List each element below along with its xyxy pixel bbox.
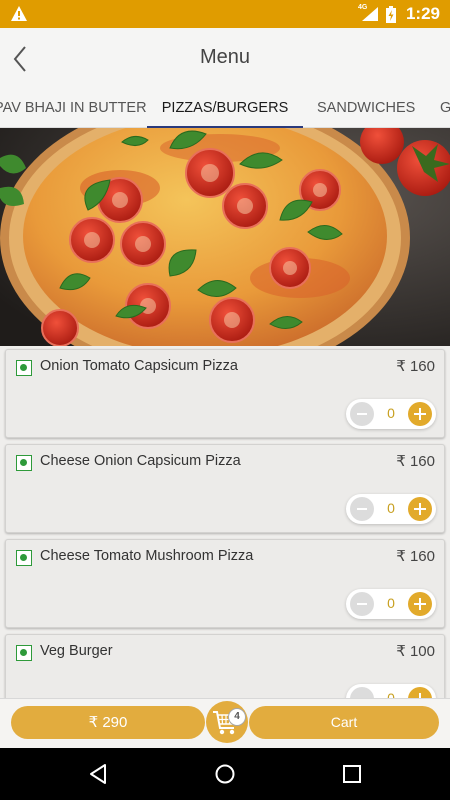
quantity-stepper: 0: [346, 399, 436, 429]
decrease-quantity-button[interactable]: [350, 592, 374, 616]
menu-item-list: Onion Tomato Capsicum Pizza ₹ 160 0 Chee…: [0, 346, 450, 698]
list-item: Cheese Tomato Mushroom Pizza ₹ 160 0: [5, 539, 445, 628]
tab-pav-bhaji[interactable]: PAV BHAJI IN BUTTER: [0, 89, 147, 128]
tab-next-category[interactable]: G: [440, 89, 450, 128]
item-name: Cheese Onion Capsicum Pizza: [40, 453, 241, 469]
menu-screen: 4G 1:29 Menu PAV BHAJI IN BUTTER PIZZAS/…: [0, 0, 450, 800]
nav-recents-icon[interactable]: [340, 762, 364, 786]
increase-quantity-button[interactable]: [408, 687, 432, 698]
item-name: Cheese Tomato Mushroom Pizza: [40, 548, 254, 564]
cart-button[interactable]: Cart: [249, 706, 439, 739]
veg-indicator-icon: [16, 645, 32, 661]
list-item: Cheese Onion Capsicum Pizza ₹ 160 0: [5, 444, 445, 533]
item-name: Onion Tomato Capsicum Pizza: [40, 358, 238, 374]
nav-back-icon[interactable]: [86, 762, 110, 786]
veg-indicator-icon: [16, 550, 32, 566]
app-header: Menu: [0, 28, 450, 89]
network-type: 4G: [357, 4, 368, 11]
tab-pizzas-burgers[interactable]: PIZZAS/BURGERS: [147, 89, 303, 128]
item-price: ₹ 160: [396, 358, 435, 375]
item-price: ₹ 160: [396, 453, 435, 470]
battery-icon: [385, 5, 396, 23]
item-name: Veg Burger: [40, 643, 113, 659]
increase-quantity-button[interactable]: [408, 497, 432, 521]
status-bar: 4G 1:29: [0, 0, 450, 28]
system-nav-bar: [0, 748, 450, 800]
veg-indicator-icon: [16, 455, 32, 471]
cart-count-badge: 4: [228, 708, 246, 726]
increase-quantity-button[interactable]: [408, 402, 432, 426]
quantity-stepper: 0: [346, 494, 436, 524]
quantity-stepper: 0: [346, 684, 436, 698]
nav-home-icon[interactable]: [213, 762, 237, 786]
category-banner-image: [0, 128, 450, 346]
quantity-value: 0: [387, 500, 395, 516]
quantity-stepper: 0: [346, 589, 436, 619]
signal-icon: 4G: [357, 4, 380, 22]
tab-sandwiches[interactable]: SANDWICHES: [317, 89, 415, 128]
decrease-quantity-button[interactable]: [350, 402, 374, 426]
cart-total-button[interactable]: ₹ 290: [11, 706, 205, 739]
veg-indicator-icon: [16, 360, 32, 376]
page-title: Menu: [199, 46, 251, 68]
list-item: Onion Tomato Capsicum Pizza ₹ 160 0: [5, 349, 445, 438]
decrease-quantity-button[interactable]: [350, 497, 374, 521]
cart-bar: ₹ 290 Cart 4: [0, 698, 450, 748]
status-right: 4G 1:29: [358, 4, 440, 24]
item-price: ₹ 160: [396, 548, 435, 565]
quantity-value: 0: [387, 690, 395, 698]
list-item: Veg Burger ₹ 100 0: [5, 634, 445, 698]
cart-icon-button[interactable]: 4: [206, 701, 248, 743]
item-price: ₹ 100: [396, 643, 435, 660]
decrease-quantity-button[interactable]: [350, 687, 374, 698]
increase-quantity-button[interactable]: [408, 592, 432, 616]
quantity-value: 0: [387, 405, 395, 421]
warning-icon: [11, 6, 27, 21]
status-time: 1:29: [405, 4, 440, 23]
category-tabs: PAV BHAJI IN BUTTER PIZZAS/BURGERS SANDW…: [0, 89, 450, 128]
quantity-value: 0: [387, 595, 395, 611]
